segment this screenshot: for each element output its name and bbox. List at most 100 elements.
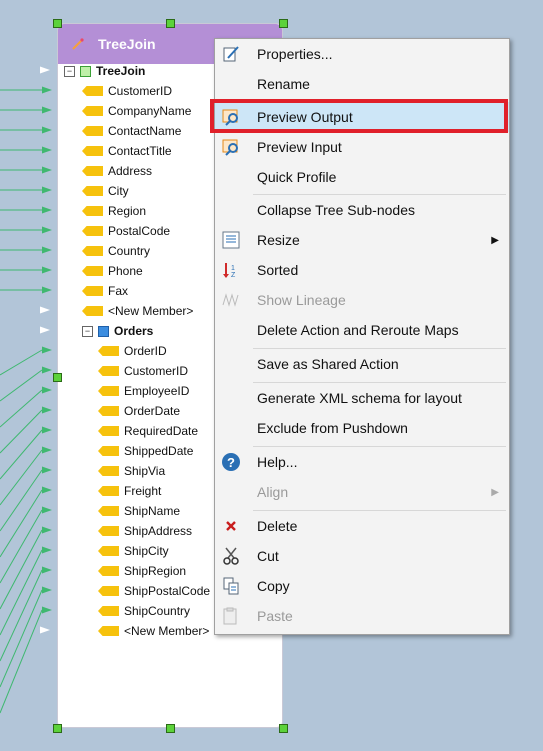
- resize-handle-middle-left[interactable]: [53, 373, 62, 382]
- menu-item-rename[interactable]: Rename: [215, 69, 509, 99]
- field-row[interactable]: Address: [82, 161, 152, 181]
- field-row[interactable]: CustomerID: [98, 361, 188, 381]
- resize-handle-bottom-left[interactable]: [53, 724, 62, 733]
- menu-separator: [253, 510, 506, 511]
- menu-item-quick-profile[interactable]: Quick Profile: [215, 162, 509, 192]
- child-node-icon: [98, 325, 109, 337]
- menu-item-align[interactable]: Align ▶: [215, 477, 509, 507]
- field-row[interactable]: ShipName: [98, 501, 180, 521]
- field-row[interactable]: Country: [82, 241, 150, 261]
- field-row[interactable]: Fax: [82, 281, 128, 301]
- menu-item-save-as-shared-action[interactable]: Save as Shared Action: [215, 349, 509, 379]
- menu-item-resize[interactable]: Resize ▶: [215, 225, 509, 255]
- field-tag-icon: [98, 566, 119, 576]
- field-row[interactable]: Phone: [82, 261, 143, 281]
- menu-item-properties[interactable]: Properties...: [215, 39, 509, 69]
- field-row[interactable]: ShipPostalCode: [98, 581, 210, 601]
- field-row[interactable]: EmployeeID: [98, 381, 189, 401]
- connector-line: [0, 529, 43, 610]
- resize-handle-top-right[interactable]: [279, 19, 288, 28]
- port-arrow: [42, 346, 52, 354]
- tree-root-row[interactable]: − TreeJoin: [64, 61, 145, 81]
- svg-text:Z: Z: [231, 272, 236, 279]
- port-arrow: [42, 566, 52, 574]
- menu-item-cut[interactable]: Cut: [215, 541, 509, 571]
- field-row[interactable]: ContactName: [82, 121, 181, 141]
- field-tag-icon: [98, 546, 119, 556]
- connector-line: [0, 349, 43, 376]
- field-label: ShipVia: [124, 464, 166, 478]
- menu-item-preview-input[interactable]: Preview Input: [215, 132, 509, 162]
- field-label: OrderID: [124, 344, 167, 358]
- menu-item-help[interactable]: ? Help...: [215, 447, 509, 477]
- menu-item-copy[interactable]: Copy: [215, 571, 509, 601]
- menu-item-label: Align: [257, 484, 289, 500]
- collapse-icon[interactable]: −: [64, 65, 75, 77]
- field-row[interactable]: ShipRegion: [98, 561, 186, 581]
- port-arrow: [42, 526, 52, 534]
- port-arrow: [42, 206, 52, 214]
- child-node-row[interactable]: − Orders: [82, 321, 153, 341]
- field-label: ContactName: [108, 124, 182, 138]
- field-label: EmployeeID: [124, 384, 190, 398]
- treejoin-icon: [72, 38, 84, 50]
- resize-handle-bottom-right[interactable]: [279, 724, 288, 733]
- field-label: City: [108, 184, 129, 198]
- field-tag-icon: [98, 606, 119, 616]
- field-row[interactable]: PostalCode: [82, 221, 170, 241]
- menu-item-label: Exclude from Pushdown: [257, 420, 408, 436]
- port-arrow: [42, 506, 52, 514]
- resize-handle-top-left[interactable]: [53, 19, 62, 28]
- field-row[interactable]: ShipVia: [98, 461, 165, 481]
- port-arrow: [42, 246, 52, 254]
- port-arrow: [42, 186, 52, 194]
- menu-item-collapse-tree-sub-nodes[interactable]: Collapse Tree Sub-nodes: [215, 195, 509, 225]
- field-label: CustomerID: [108, 84, 173, 98]
- menu-item-paste[interactable]: Paste: [215, 601, 509, 631]
- field-row[interactable]: <New Member>: [82, 301, 193, 321]
- menu-separator: [253, 382, 506, 383]
- node-title: TreeJoin: [98, 36, 156, 52]
- resize-handle-top-center[interactable]: [166, 19, 175, 28]
- port-arrow: [42, 86, 52, 94]
- field-row[interactable]: ShippedDate: [98, 441, 193, 461]
- connector-line: [0, 589, 43, 688]
- port-arrow: [42, 106, 52, 114]
- field-label: ShipRegion: [124, 564, 187, 578]
- design-canvas[interactable]: TreeJoin − TreeJoin CustomerID CompanyName C…: [0, 0, 543, 751]
- field-label: <New Member>: [108, 304, 194, 318]
- collapse-icon[interactable]: −: [82, 325, 93, 337]
- field-row[interactable]: RequiredDate: [98, 421, 198, 441]
- field-row[interactable]: ShipAddress: [98, 521, 192, 541]
- port-arrow: [42, 426, 52, 434]
- field-row[interactable]: ContactTitle: [82, 141, 172, 161]
- field-label: <New Member>: [124, 624, 210, 638]
- field-label: ShipCity: [124, 544, 169, 558]
- field-row[interactable]: CompanyName: [82, 101, 191, 121]
- port-arrow: [42, 606, 52, 614]
- resize-handle-bottom-center[interactable]: [166, 724, 175, 733]
- field-row[interactable]: <New Member>: [98, 621, 209, 641]
- field-row[interactable]: OrderID: [98, 341, 167, 361]
- menu-item-label: Delete Action and Reroute Maps: [257, 322, 459, 338]
- menu-item-delete-action-and-reroute-maps[interactable]: Delete Action and Reroute Maps: [215, 315, 509, 345]
- field-tag-icon: [98, 586, 119, 596]
- menu-item-show-lineage[interactable]: Show Lineage: [215, 285, 509, 315]
- field-tag-icon: [82, 206, 103, 216]
- field-row[interactable]: OrderDate: [98, 401, 180, 421]
- port-arrow: [42, 386, 52, 394]
- menu-item-label: Copy: [257, 578, 290, 594]
- field-label: ShipCountry: [124, 604, 191, 618]
- help-icon: ?: [221, 452, 241, 472]
- field-row[interactable]: ShipCountry: [98, 601, 190, 621]
- cut-icon: [221, 546, 241, 566]
- menu-item-delete[interactable]: Delete: [215, 511, 509, 541]
- menu-item-sorted[interactable]: 1 Z Sorted: [215, 255, 509, 285]
- field-row[interactable]: ShipCity: [98, 541, 169, 561]
- field-row[interactable]: City: [82, 181, 129, 201]
- field-row[interactable]: Freight: [98, 481, 161, 501]
- field-row[interactable]: CustomerID: [82, 81, 172, 101]
- field-row[interactable]: Region: [82, 201, 146, 221]
- menu-item-exclude-from-pushdown[interactable]: Exclude from Pushdown: [215, 413, 509, 443]
- menu-item-generate-xml-schema-for-layout[interactable]: Generate XML schema for layout: [215, 383, 509, 413]
